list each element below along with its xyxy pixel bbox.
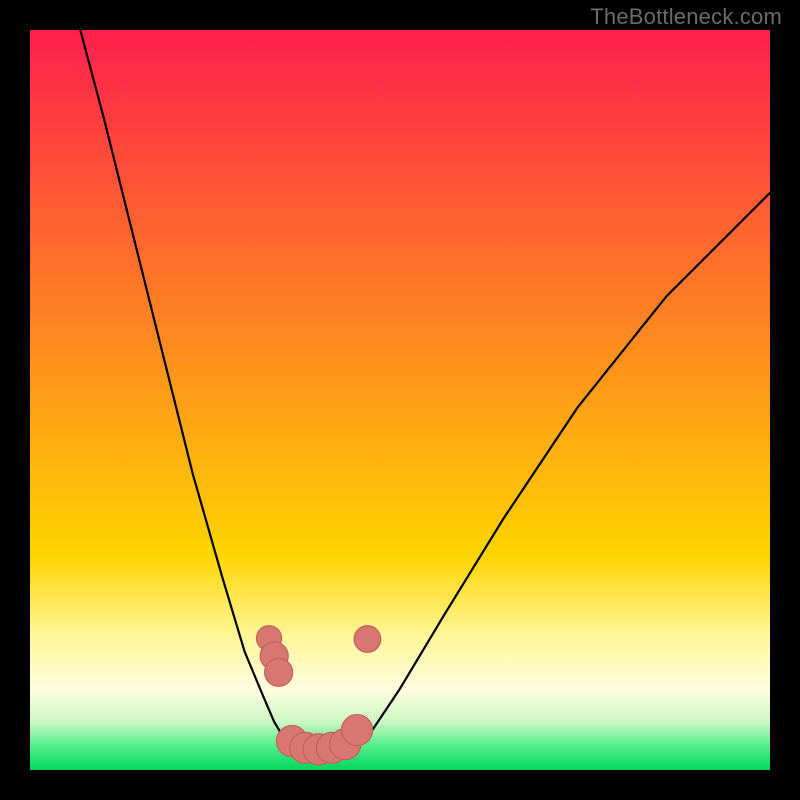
data-marker <box>265 658 293 686</box>
curve-layer <box>30 30 770 770</box>
watermark-label: TheBottleneck.com <box>590 4 782 30</box>
data-marker <box>342 715 373 746</box>
data-marker <box>354 626 381 653</box>
plot-area <box>30 30 770 770</box>
chart-frame: TheBottleneck.com <box>0 0 800 800</box>
right-curve <box>352 193 770 754</box>
